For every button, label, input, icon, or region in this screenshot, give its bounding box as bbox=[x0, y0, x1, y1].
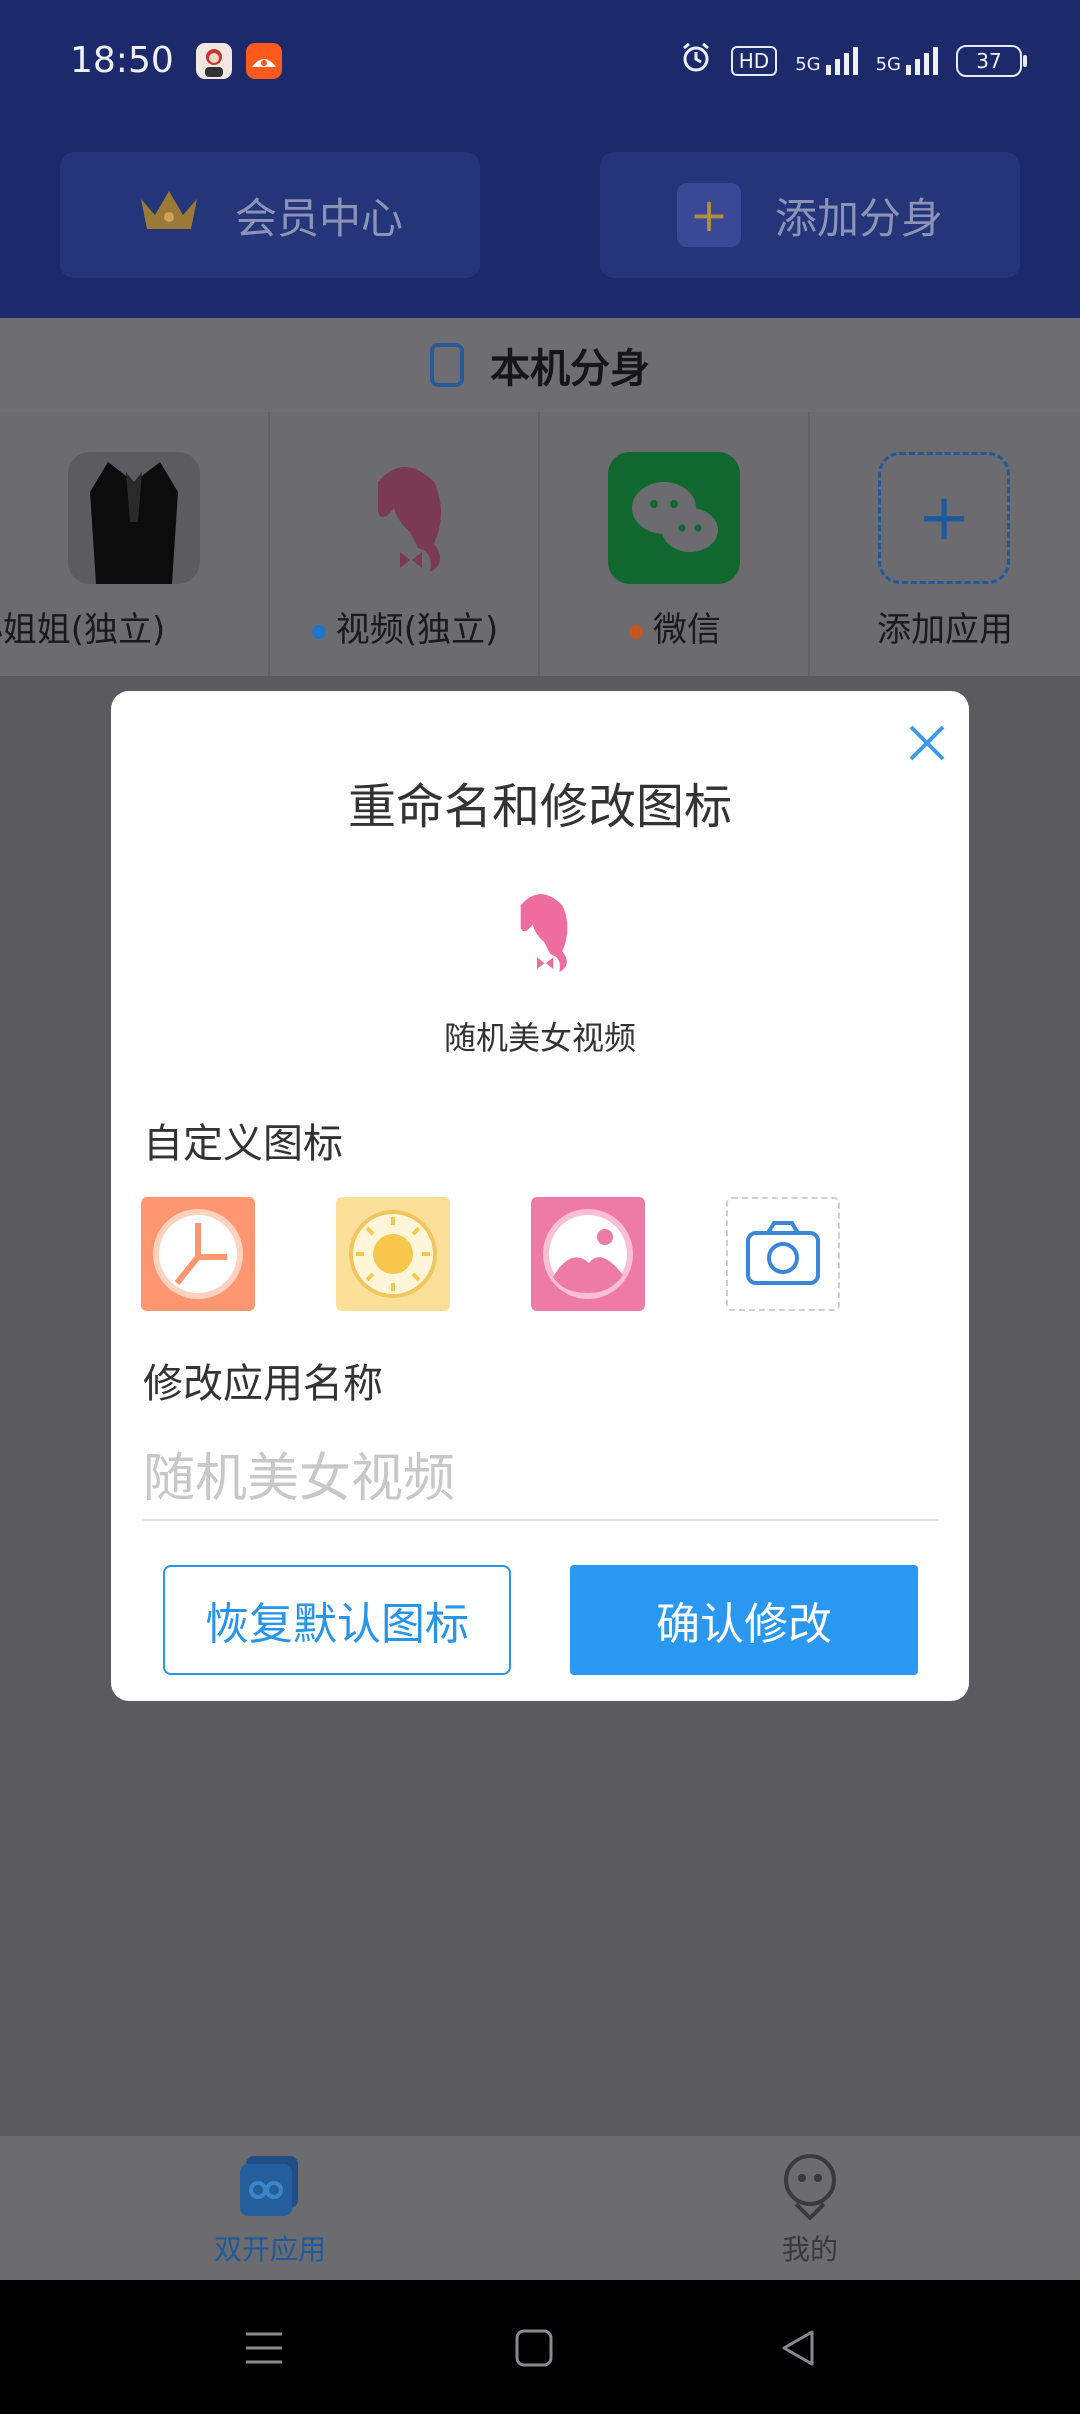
custom-icon-label: 自定义图标 bbox=[143, 1121, 343, 1167]
tab-mine[interactable]: 我的 bbox=[540, 2136, 1080, 2280]
app-label: 视频(独立) bbox=[270, 602, 540, 651]
profile-icon bbox=[778, 2150, 842, 2224]
camera-icon[interactable] bbox=[726, 1197, 840, 1311]
close-icon[interactable] bbox=[903, 719, 951, 767]
restore-default-icon-button[interactable]: 恢复默认图标 bbox=[163, 1565, 511, 1675]
app-name-input[interactable] bbox=[143, 1439, 939, 1521]
confirm-button[interactable]: 确认修改 bbox=[570, 1565, 918, 1675]
sun-icon[interactable] bbox=[336, 1197, 450, 1311]
dual-apps-icon bbox=[236, 2152, 304, 2224]
add-icon: + bbox=[878, 452, 1010, 584]
app-item-wechat[interactable]: 微信 bbox=[540, 412, 810, 676]
signal-5g-icon-2: 5G bbox=[875, 46, 938, 75]
suit-icon bbox=[68, 452, 200, 584]
clock-icon[interactable] bbox=[141, 1197, 255, 1311]
net-type-2: 5G bbox=[875, 53, 901, 75]
member-center-label: 会员中心 bbox=[234, 193, 403, 243]
status-dot bbox=[311, 624, 326, 639]
app-label: 小姐姐(独立) bbox=[0, 610, 166, 650]
system-nav-bar bbox=[0, 2280, 1080, 2414]
app-label: 添加应用 bbox=[877, 610, 1013, 650]
alarm-icon bbox=[679, 40, 713, 81]
add-clone-label: 添加分身 bbox=[774, 193, 943, 243]
app-label: 微信 bbox=[540, 602, 810, 651]
add-app-item[interactable]: + 添加应用 bbox=[810, 412, 1080, 676]
status-bar: 18:50 HD 5G 5G 37 bbox=[0, 0, 1080, 128]
hd-badge: HD bbox=[730, 45, 778, 76]
app-label-text: 视频(独立) bbox=[335, 610, 499, 650]
menu-nav-icon[interactable] bbox=[244, 2330, 284, 2370]
app-label-text: 微信 bbox=[653, 610, 721, 650]
rename-label: 修改应用名称 bbox=[143, 1361, 383, 1407]
app-item-video[interactable]: 视频(独立) bbox=[270, 412, 540, 676]
add-clone-button[interactable]: + 添加分身 bbox=[600, 152, 1020, 278]
notification-app-icon bbox=[246, 43, 282, 79]
phone-icon bbox=[430, 343, 464, 387]
status-icons: HD 5G 5G 37 bbox=[679, 40, 1027, 81]
net-type-1: 5G bbox=[795, 53, 821, 75]
status-dot bbox=[629, 624, 643, 639]
rename-dialog: 重命名和修改图标 随机美女视频 自定义图标 修改应用名称 恢复默认图标 确认修改 bbox=[111, 691, 969, 1701]
app-item-xiaojiejie[interactable]: 小姐姐(独立) bbox=[0, 412, 270, 676]
battery-indicator: 37 bbox=[956, 44, 1027, 77]
dialog-title: 重命名和修改图标 bbox=[347, 779, 732, 835]
notification-avatar-icon bbox=[196, 43, 232, 79]
signal-5g-icon: 5G bbox=[795, 46, 858, 75]
woman-icon bbox=[338, 452, 470, 584]
wechat-icon bbox=[608, 452, 740, 584]
plus-icon: + bbox=[676, 183, 741, 247]
current-app-name: 随机美女视频 bbox=[443, 1019, 636, 1057]
bottom-tab-bar: 双开应用 我的 bbox=[0, 2136, 1080, 2280]
tab-dual-apps[interactable]: 双开应用 bbox=[0, 2136, 540, 2280]
home-nav-icon[interactable] bbox=[514, 2328, 554, 2372]
section-header: 本机分身 bbox=[0, 318, 1080, 412]
member-center-button[interactable]: 会员中心 bbox=[60, 152, 480, 278]
tab-label: 我的 bbox=[781, 2233, 838, 2266]
back-nav-icon[interactable] bbox=[778, 2328, 818, 2372]
crown-icon bbox=[137, 185, 201, 245]
gallery-icon[interactable] bbox=[531, 1197, 645, 1311]
section-title: 本机分身 bbox=[490, 346, 650, 392]
app-grid: 小姐姐(独立) 视频(独立) 微信 + 添加应用 bbox=[0, 412, 1080, 676]
status-time: 18:50 bbox=[70, 40, 174, 81]
tab-label: 双开应用 bbox=[213, 2233, 326, 2266]
woman-icon bbox=[491, 883, 589, 981]
